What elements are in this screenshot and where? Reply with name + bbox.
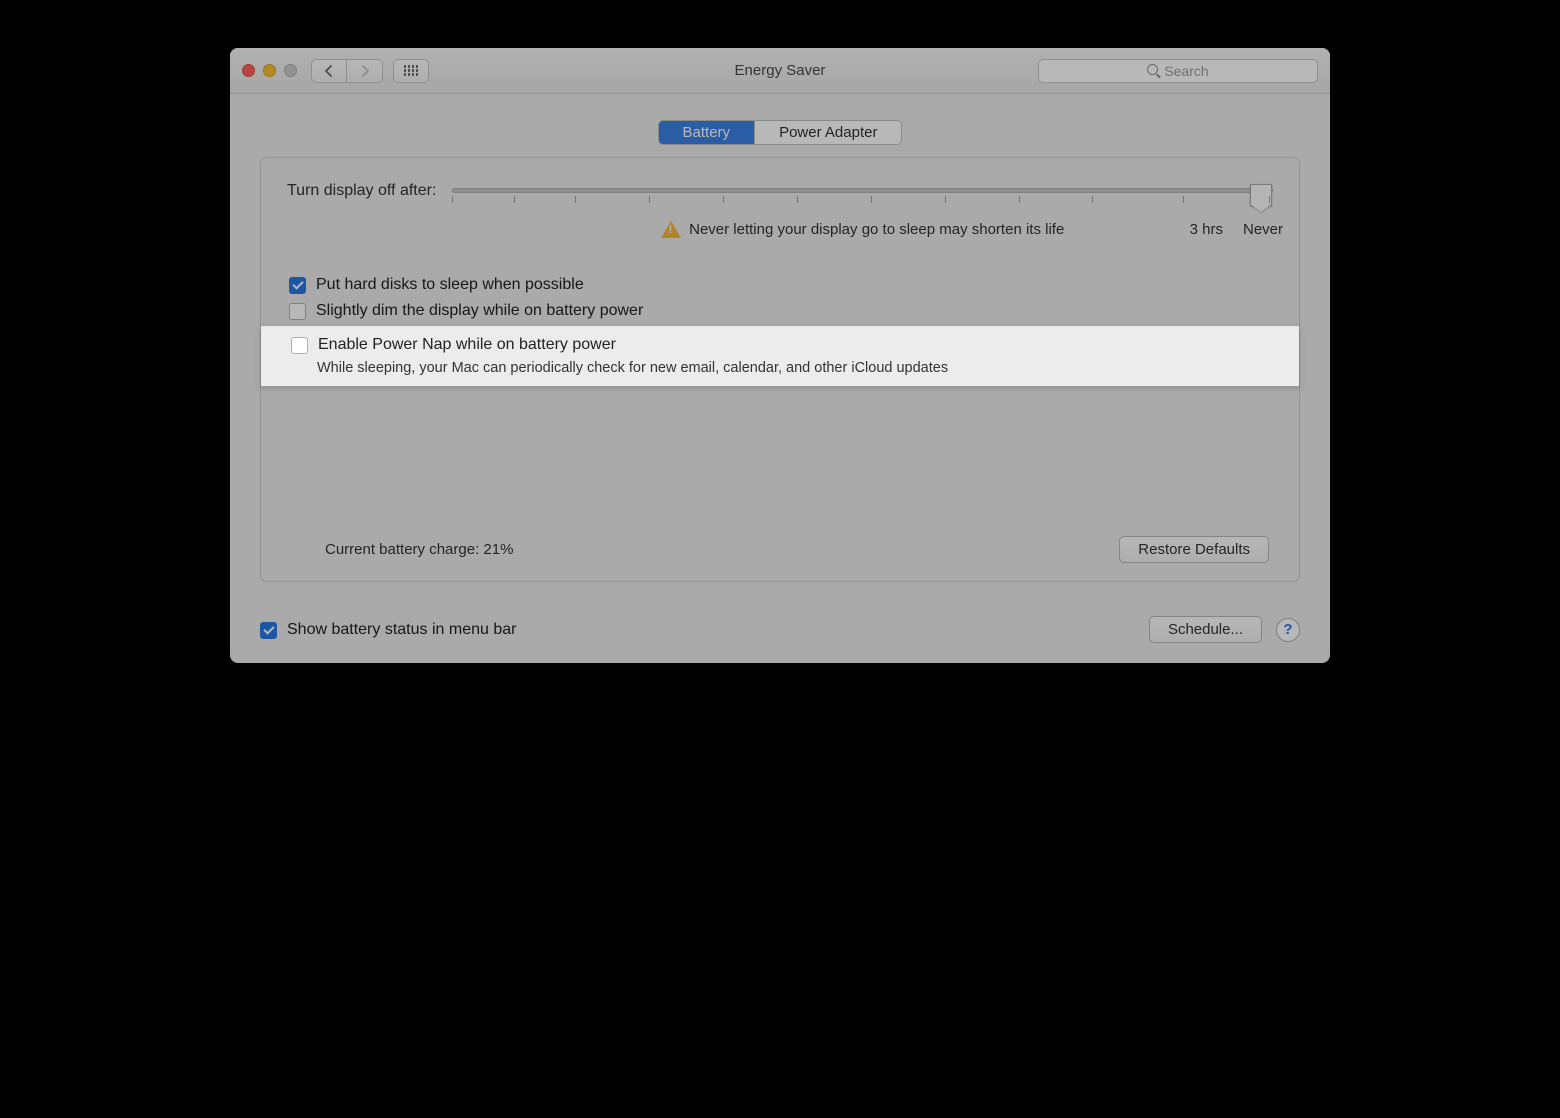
tab-group: Battery Power Adapter <box>658 120 903 145</box>
power-nap-description: While sleeping, your Mac can periodicall… <box>317 360 1271 376</box>
slider-label-3hrs: 3 hrs <box>1190 221 1223 238</box>
search-icon <box>1147 64 1160 77</box>
tab-power-adapter[interactable]: Power Adapter <box>754 121 901 144</box>
option-power-nap[interactable]: Enable Power Nap while on battery power <box>289 332 1271 358</box>
restore-defaults-button[interactable]: Restore Defaults <box>1119 536 1269 563</box>
checkbox-power-nap[interactable] <box>291 337 308 354</box>
display-off-slider-row: Turn display off after: <box>287 182 1273 262</box>
content: Battery Power Adapter Turn display off a… <box>230 94 1330 602</box>
slider-area: Never letting your display go to sleep m… <box>452 182 1273 262</box>
option-power-nap-highlight: Enable Power Nap while on battery power … <box>261 326 1299 386</box>
footer: Show battery status in menu bar Schedule… <box>230 602 1330 663</box>
checkbox-hard-disks[interactable] <box>289 277 306 294</box>
traffic-lights <box>242 64 297 77</box>
show-all-button[interactable] <box>393 59 429 83</box>
schedule-button[interactable]: Schedule... <box>1149 616 1262 643</box>
maximize-button <box>284 64 297 77</box>
label-dim-display: Slightly dim the display while on batter… <box>316 302 643 320</box>
warning-icon <box>661 221 681 238</box>
display-off-slider[interactable] <box>452 188 1273 193</box>
settings-panel: Turn display off after: <box>260 157 1300 582</box>
label-power-nap: Enable Power Nap while on battery power <box>318 336 616 354</box>
titlebar: Energy Saver Search <box>230 48 1330 94</box>
help-button[interactable]: ? <box>1276 618 1300 642</box>
slider-warning: Never letting your display go to sleep m… <box>452 221 1273 238</box>
nav-buttons <box>311 59 383 83</box>
search-input[interactable]: Search <box>1038 59 1318 83</box>
close-button[interactable] <box>242 64 255 77</box>
label-show-battery-status: Show battery status in menu bar <box>287 621 516 639</box>
grid-icon <box>404 65 419 76</box>
energy-saver-window: Energy Saver Search Battery Power Adapte… <box>230 48 1330 663</box>
footer-right: Schedule... ? <box>1149 616 1300 643</box>
label-hard-disks: Put hard disks to sleep when possible <box>316 276 584 294</box>
checkbox-show-battery-status[interactable] <box>260 622 277 639</box>
battery-charge-status: Current battery charge: 21% <box>325 541 513 558</box>
warning-text: Never letting your display go to sleep m… <box>689 221 1064 238</box>
slider-label-never: Never <box>1243 221 1283 238</box>
option-dim-display[interactable]: Slightly dim the display while on batter… <box>287 298 1273 324</box>
back-button[interactable] <box>311 59 347 83</box>
tabs: Battery Power Adapter <box>260 120 1300 145</box>
option-hard-disks[interactable]: Put hard disks to sleep when possible <box>287 272 1273 298</box>
search-placeholder: Search <box>1164 63 1208 79</box>
minimize-button[interactable] <box>263 64 276 77</box>
slider-label: Turn display off after: <box>287 182 436 200</box>
forward-button <box>347 59 383 83</box>
chevron-right-icon <box>360 65 370 77</box>
tab-battery[interactable]: Battery <box>659 121 755 144</box>
footer-left: Show battery status in menu bar <box>260 621 516 639</box>
checkbox-dim-display[interactable] <box>289 303 306 320</box>
chevron-left-icon <box>324 65 334 77</box>
slider-ticks <box>452 196 1273 206</box>
panel-bottom-row: Current battery charge: 21% Restore Defa… <box>287 536 1273 569</box>
